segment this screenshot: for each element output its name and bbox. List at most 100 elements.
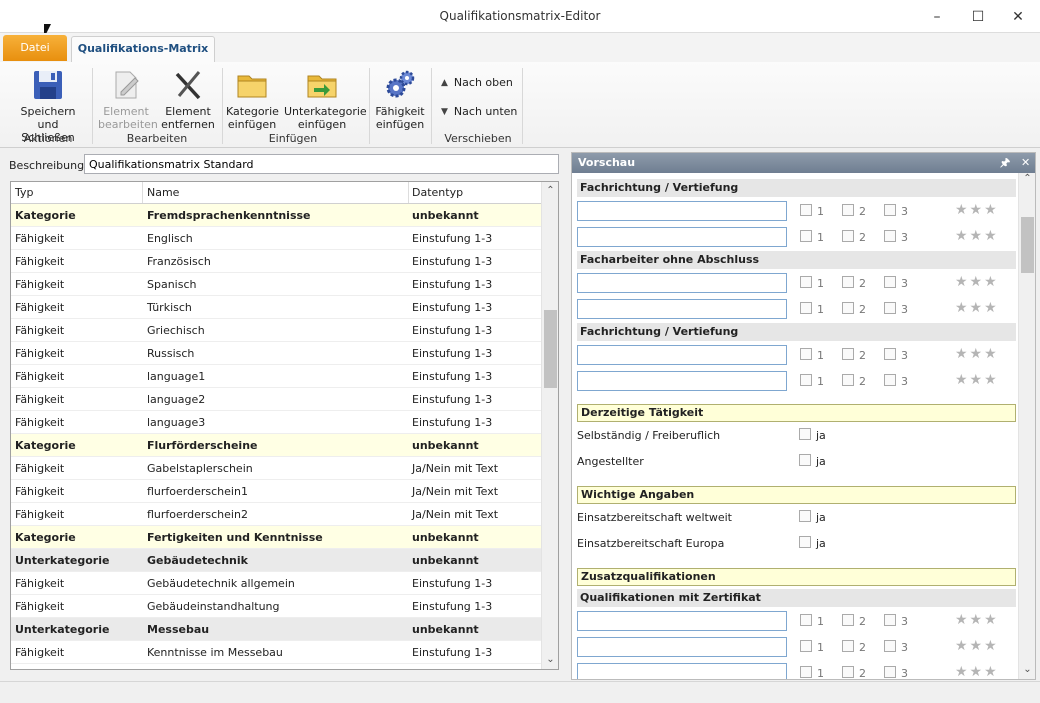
table-row[interactable]: Fähigkeit Türkisch Einstufung 1-3 — [11, 296, 542, 319]
column-header-name[interactable]: Name — [147, 186, 179, 199]
rating-checkbox-3[interactable] — [884, 230, 896, 242]
rating-checkbox-label: 1 — [817, 375, 824, 388]
star-rating-icon[interactable]: ★★★ — [955, 202, 999, 218]
add-skill-button[interactable]: Fähigkeit einfügen — [372, 68, 428, 131]
tab-qualification-matrix[interactable]: Qualifikations-Matrix — [71, 36, 215, 62]
table-row[interactable]: Fähigkeit Gebäudeinstandhaltung Einstufung… — [11, 595, 542, 618]
rating-checkbox-2[interactable] — [842, 374, 854, 386]
move-down-button[interactable]: ▼ Nach unten — [441, 105, 517, 118]
add-subcategory-button[interactable]: Unterkategorie einfügen — [284, 68, 367, 131]
close-button[interactable]: ✕ — [998, 0, 1038, 33]
table-row[interactable]: Kategorie Flurförderscheine unbekannt — [11, 434, 542, 457]
table-row[interactable]: Fähigkeit Gebäudetechnik allgemein Einstuf… — [11, 572, 542, 595]
table-row[interactable]: Fähigkeit flurfoerderschein2 Ja/Nein mit T… — [11, 503, 542, 526]
yes-checkbox[interactable] — [799, 428, 811, 440]
rating-checkbox-3[interactable] — [884, 302, 896, 314]
table-row[interactable]: Fähigkeit language2 Einstufung 1-3 — [11, 388, 542, 411]
star-rating-icon[interactable]: ★★★ — [955, 300, 999, 316]
table-row[interactable]: Unterkategorie Messebau unbekannt — [11, 618, 542, 641]
tab-file[interactable]: Datei — [3, 35, 67, 61]
yes-checkbox[interactable] — [799, 454, 811, 466]
rating-checkbox-3[interactable] — [884, 204, 896, 216]
table-row[interactable]: Fähigkeit Gabelstaplerschein Ja/Nein mit T… — [11, 457, 542, 480]
rating-checkbox-3[interactable] — [884, 374, 896, 386]
rating-checkbox-2[interactable] — [842, 348, 854, 360]
rating-checkbox-3[interactable] — [884, 640, 896, 652]
rating-text-field[interactable] — [577, 611, 787, 631]
star-rating-icon[interactable]: ★★★ — [955, 228, 999, 244]
rating-text-field[interactable] — [577, 637, 787, 657]
remove-element-button[interactable]: Element entfernen — [160, 68, 216, 131]
rating-text-field[interactable] — [577, 663, 787, 679]
rating-checkbox-3[interactable] — [884, 348, 896, 360]
star-rating-icon[interactable]: ★★★ — [955, 664, 999, 679]
table-row[interactable]: Kategorie Fremdsprachenkenntnisse unbekann… — [11, 204, 542, 227]
rating-text-field[interactable] — [577, 201, 787, 221]
cell-datentyp: Ja/Nein mit Text — [412, 462, 499, 475]
rating-text-field[interactable] — [577, 227, 787, 247]
scroll-thumb[interactable] — [544, 310, 557, 388]
rating-text-field[interactable] — [577, 299, 787, 319]
rating-checkbox-2[interactable] — [842, 666, 854, 678]
rating-text-field[interactable] — [577, 371, 787, 391]
table-row[interactable]: Fähigkeit flurfoerderschein1 Ja/Nein mit T… — [11, 480, 542, 503]
table-row[interactable]: Fähigkeit Französisch Einstufung 1-3 — [11, 250, 542, 273]
star-rating-icon[interactable]: ★★★ — [955, 274, 999, 290]
table-row[interactable]: Fähigkeit Griechisch Einstufung 1-3 — [11, 319, 542, 342]
table-row[interactable]: Unterkategorie Gebäudetechnik unbekannt — [11, 549, 542, 572]
table-row[interactable]: Kategorie Fertigkeiten und Kenntnisse unbe… — [11, 526, 542, 549]
column-header-datentyp[interactable]: Datentyp — [412, 186, 463, 199]
rating-checkbox-2[interactable] — [842, 204, 854, 216]
move-up-button[interactable]: ▲ Nach oben — [441, 76, 513, 89]
rating-checkbox-3[interactable] — [884, 666, 896, 678]
table-row[interactable]: Fähigkeit Russisch Einstufung 1-3 — [11, 342, 542, 365]
grid-scrollbar[interactable]: ⌃ ⌄ — [541, 182, 558, 669]
star-rating-icon[interactable]: ★★★ — [955, 612, 999, 628]
rating-text-field[interactable] — [577, 273, 787, 293]
scroll-up-icon[interactable]: ⌃ — [1019, 173, 1035, 184]
cell-typ: Unterkategorie — [15, 554, 110, 567]
rating-checkbox-1[interactable] — [800, 276, 812, 288]
star-rating-icon[interactable]: ★★★ — [955, 372, 999, 388]
star-rating-icon[interactable]: ★★★ — [955, 346, 999, 362]
yes-checkbox[interactable] — [799, 536, 811, 548]
rating-text-field[interactable] — [577, 345, 787, 365]
add-category-button[interactable]: Kategorie einfügen — [226, 68, 279, 131]
pin-icon[interactable]: 🖈 — [1000, 153, 1010, 173]
scroll-down-icon[interactable]: ⌄ — [542, 651, 558, 668]
yes-checkbox[interactable] — [799, 510, 811, 522]
rating-checkbox-1[interactable] — [800, 302, 812, 314]
rating-checkbox-1[interactable] — [800, 204, 812, 216]
preview-scroll-thumb[interactable] — [1021, 217, 1034, 273]
rating-checkbox-1[interactable] — [800, 374, 812, 386]
cell-datentyp: Einstufung 1-3 — [412, 347, 493, 360]
table-row[interactable]: Fähigkeit language1 Einstufung 1-3 — [11, 365, 542, 388]
scroll-down-icon[interactable]: ⌄ — [1019, 664, 1035, 675]
rating-checkbox-3[interactable] — [884, 276, 896, 288]
rating-checkbox-1[interactable] — [800, 348, 812, 360]
rating-checkbox-2[interactable] — [842, 230, 854, 242]
table-row[interactable]: Fähigkeit language3 Einstufung 1-3 — [11, 411, 542, 434]
rating-checkbox-1[interactable] — [800, 614, 812, 626]
maximize-button[interactable]: ☐ — [958, 0, 998, 33]
edit-element-button[interactable]: Element bearbeiten — [98, 68, 158, 131]
rating-checkbox-2[interactable] — [842, 640, 854, 652]
rating-checkbox-1[interactable] — [800, 666, 812, 678]
rating-checkbox-2[interactable] — [842, 276, 854, 288]
table-row[interactable]: Fähigkeit Kenntnisse im Messebau Einstufun… — [11, 641, 542, 664]
rating-checkbox-1[interactable] — [800, 640, 812, 652]
table-row[interactable]: Fähigkeit Englisch Einstufung 1-3 — [11, 227, 542, 250]
rating-checkbox-2[interactable] — [842, 614, 854, 626]
table-row[interactable]: Fähigkeit Spanisch Einstufung 1-3 — [11, 273, 542, 296]
description-input[interactable] — [84, 154, 559, 174]
column-header-typ[interactable]: Typ — [15, 186, 34, 199]
preview-scrollbar[interactable]: ⌃ ⌄ — [1018, 173, 1035, 679]
cell-name: flurfoerderschein2 — [147, 508, 248, 521]
star-rating-icon[interactable]: ★★★ — [955, 638, 999, 654]
minimize-button[interactable]: – — [917, 0, 957, 33]
rating-checkbox-2[interactable] — [842, 302, 854, 314]
rating-checkbox-3[interactable] — [884, 614, 896, 626]
scroll-up-icon[interactable]: ⌃ — [542, 182, 558, 199]
preview-close-icon[interactable]: ✕ — [1021, 153, 1030, 173]
rating-checkbox-1[interactable] — [800, 230, 812, 242]
